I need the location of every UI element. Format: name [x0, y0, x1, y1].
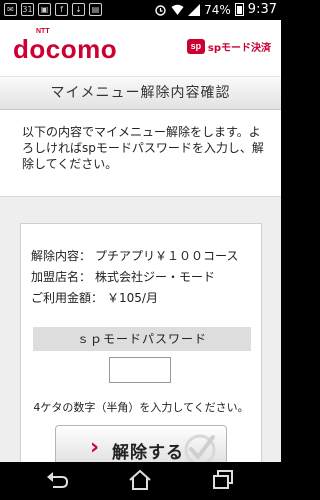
detail-row-amount: ご利用金額： ￥105/月: [21, 290, 261, 306]
home-icon[interactable]: [127, 468, 153, 492]
detail-label: 解除内容：: [31, 249, 92, 263]
cancel-subscription-button[interactable]: › 解除する: [55, 425, 227, 462]
instruction-message: 以下の内容でマイメニュー解除をします。よろしければspモードパスワードを入力し、…: [22, 125, 264, 171]
form-area: 解除内容： プチアプリ￥１００コース 加盟店名： 株式会社ジー・モード ご利用金…: [0, 196, 281, 462]
mail-icon: ✉: [4, 3, 17, 16]
image-icon: ▣: [38, 3, 51, 16]
facebook-icon: f: [55, 3, 68, 16]
confirm-card: 解除内容： プチアプリ￥１００コース 加盟店名： 株式会社ジー・モード ご利用金…: [20, 223, 262, 462]
navigation-bar: [0, 462, 281, 500]
docomo-logo[interactable]: docomo: [13, 34, 117, 65]
back-icon[interactable]: [44, 468, 70, 492]
web-page: NTT docomo sp spモード決済 マイメニュー解除内容確認 以下の内容…: [0, 20, 281, 462]
chevron-right-icon: ›: [90, 435, 100, 460]
alarm-icon: [155, 4, 166, 16]
password-hint: 4ケタの数字（半角）を入力してください。: [33, 401, 249, 414]
download-icon: ↓: [72, 3, 85, 16]
sp-payment-label: spモード決済: [207, 43, 271, 54]
detail-label: 加盟店名：: [31, 270, 92, 284]
detail-row-content: 解除内容： プチアプリ￥１００コース: [21, 248, 261, 264]
sp-mode-icon: sp: [186, 39, 205, 54]
detail-value: 株式会社ジー・モード: [95, 270, 216, 284]
signal-icon: [188, 3, 201, 16]
gallery-icon: ▤: [89, 3, 102, 16]
sp-payment-badge: sp spモード決済: [186, 39, 271, 54]
checkmark-icon: [184, 434, 216, 462]
battery-icon: [234, 3, 244, 16]
recent-apps-icon[interactable]: [210, 468, 236, 492]
password-field[interactable]: [109, 357, 171, 383]
detail-row-merchant: 加盟店名： 株式会社ジー・モード: [21, 269, 261, 285]
detail-label: ご利用金額：: [31, 291, 104, 305]
submit-label: 解除する: [112, 443, 184, 462]
calendar-icon: 31: [21, 3, 34, 16]
status-bar: ✉ 31 ▣ f ↓ ▤ 74% 9:37: [0, 0, 281, 20]
page-title: マイメニュー解除内容確認: [0, 77, 281, 110]
detail-value: ￥105/月: [107, 291, 158, 305]
site-header: NTT docomo sp spモード決済: [0, 20, 281, 77]
battery-percent: 74%: [204, 2, 231, 17]
wifi-icon: [171, 4, 184, 15]
detail-value: プチアプリ￥１００コース: [95, 249, 239, 263]
clock: 9:37: [247, 2, 277, 17]
password-label: ｓｐモードパスワード: [33, 327, 251, 351]
